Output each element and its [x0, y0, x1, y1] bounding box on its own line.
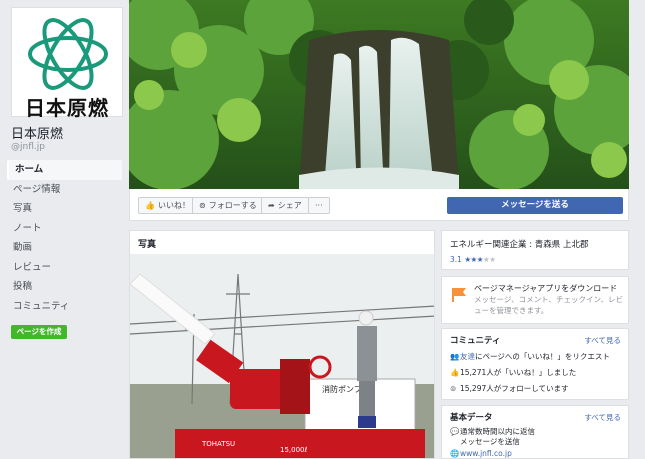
send-message-button[interactable]: メッセージを送る — [447, 197, 623, 214]
nav-item-community[interactable]: コミュニティ — [7, 297, 122, 317]
pages-manager-desc: メッセージ、コメント、チェックイン、レビューを管理できます。 — [474, 295, 624, 315]
photo-fire-pump[interactable]: 消防ポンプ車 TOHATSU 15,000ℓ — [130, 254, 434, 458]
about-card: エネルギー関連企業 : 青森県 上北郡 3.1 ★★★★★ — [441, 230, 629, 270]
flag-icon — [452, 288, 466, 302]
follows-row: ⊚ 15,297人がフォローしています — [450, 383, 569, 394]
more-button[interactable]: ··· — [308, 197, 330, 214]
globe-icon: 🌐 — [450, 449, 460, 458]
response-time: 通常数時間以内に返信 — [460, 427, 535, 436]
category-location[interactable]: エネルギー関連企業 : 青森県 上北郡 — [450, 238, 588, 250]
pages-manager-card[interactable]: ページマネージャアプリをダウンロード メッセージ、コメント、チェックイン、レビュ… — [441, 276, 629, 324]
community-card: コミュニティ すべて見る 👥友達にページへの「いいね！」をリクエスト 👍15,2… — [441, 328, 629, 400]
pages-manager-title: ページマネージャアプリをダウンロード — [474, 284, 618, 293]
like-label: いいね！ — [157, 201, 190, 210]
likes-count: 15,271人が「いいね！」しました — [460, 368, 577, 377]
likes-row: 👍15,271人が「いいね！」しました — [450, 367, 576, 378]
nav-item-reviews[interactable]: レビュー — [7, 258, 122, 278]
nav-item-posts[interactable]: 投稿 — [7, 277, 122, 297]
invite-friends-link[interactable]: 友達 — [460, 352, 475, 361]
left-column: 日本原燃 日本原燃 @jnfl.jp ホーム ページ情報 写真 ノート 動画 レ… — [0, 0, 128, 459]
rating[interactable]: 3.1 ★★★★★ — [450, 255, 496, 264]
rss-icon: ⊚ — [199, 201, 206, 210]
waterfall-image — [129, 0, 629, 189]
follow-label: フォローする — [208, 201, 257, 210]
pump-brand: TOHATSU — [201, 440, 235, 448]
nav-item-about[interactable]: ページ情報 — [7, 180, 122, 200]
website-row: 🌐www.jnfl.co.jp — [450, 449, 512, 458]
basic-info-title: 基本データ — [450, 413, 493, 423]
community-see-all-link[interactable]: すべて見る — [584, 335, 621, 346]
page-title[interactable]: 日本原燃 — [11, 123, 63, 142]
photos-title[interactable]: 写真 — [138, 237, 156, 250]
cover-photo[interactable] — [129, 0, 629, 189]
rating-value: 3.1 — [450, 255, 462, 264]
rss-icon: ⊚ — [450, 384, 457, 393]
photos-card: 写真 消防ポンプ車 TOHATSU 15,000ℓ — [129, 230, 435, 459]
share-button[interactable]: ➦ シェア — [261, 197, 309, 214]
nav-item-videos[interactable]: 動画 — [7, 238, 122, 258]
community-title: コミュニティ — [450, 336, 501, 346]
invite-text: にページへの「いいね！」をリクエスト — [475, 352, 610, 361]
share-icon: ➦ — [268, 201, 275, 210]
jnfl-logo-icon — [28, 18, 108, 90]
nav-item-photos[interactable]: 写真 — [7, 199, 122, 219]
invite-friends-row: 👥友達にページへの「いいね！」をリクエスト — [450, 351, 610, 362]
nav-item-home[interactable]: ホーム — [7, 160, 122, 180]
rating-stars-icon: ★★★★★ — [464, 255, 496, 264]
website-link[interactable]: www.jnfl.co.jp — [460, 449, 512, 458]
follows-count: 15,297人がフォローしています — [460, 384, 569, 393]
page-handle[interactable]: @jnfl.jp — [11, 142, 45, 152]
create-page-button[interactable]: ページを作成 — [11, 325, 67, 339]
chat-icon: 💬 — [450, 427, 460, 436]
like-icon: 👍 — [145, 201, 155, 210]
thumbs-up-icon: 👍 — [450, 368, 460, 377]
nav-item-notes[interactable]: ノート — [7, 219, 122, 239]
friends-icon: 👥 — [450, 352, 460, 361]
send-message-link[interactable]: メッセージを送信 — [460, 436, 520, 447]
profile-picture[interactable]: 日本原燃 — [11, 7, 123, 120]
page-action-bar: 👍 いいね！ ⊚ フォローする ➦ シェア ··· メッセージを送る — [129, 189, 629, 221]
follow-button[interactable]: ⊚ フォローする — [192, 197, 264, 214]
fire-pump-image: 消防ポンプ車 TOHATSU 15,000ℓ — [130, 254, 434, 458]
pump-capacity: 15,000ℓ — [280, 446, 307, 454]
basic-see-all-link[interactable]: すべて見る — [584, 412, 621, 423]
basic-info-card: 基本データ すべて見る 💬通常数時間以内に返信 メッセージを送信 🌐www.jn… — [441, 405, 629, 459]
logo-text: 日本原燃 — [25, 96, 109, 120]
share-label: シェア — [277, 201, 302, 210]
like-button[interactable]: 👍 いいね！ — [138, 197, 197, 214]
page-nav: ホーム ページ情報 写真 ノート 動画 レビュー 投稿 コミュニティ — [7, 160, 122, 316]
